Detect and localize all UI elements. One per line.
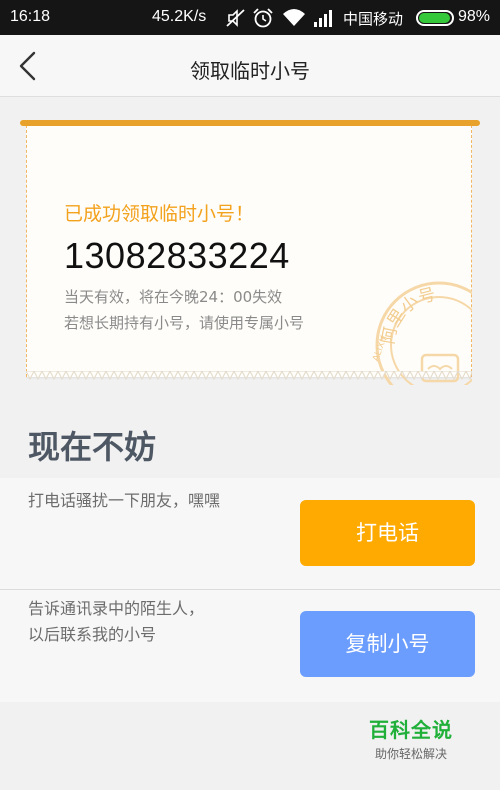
carrier-name: 中国移动 bbox=[343, 10, 404, 28]
validity-note: 当天有效，将在今晚24：00失效 bbox=[64, 288, 283, 306]
copy-number-button[interactable]: 复制小号 bbox=[300, 611, 475, 677]
ticket-card: 已成功领取临时小号！ 13082833224 当天有效，将在今晚24：00失效 … bbox=[26, 125, 472, 385]
alarm-icon bbox=[253, 8, 273, 28]
copy-description: 告诉通讯录中的陌生人， 以后联系我的小号 bbox=[28, 596, 204, 648]
action-list: 打电话骚扰一下朋友，嘿嘿 打电话 告诉通讯录中的陌生人， 以后联系我的小号 复制… bbox=[0, 478, 500, 702]
temporary-phone-number: 13082833224 bbox=[64, 235, 290, 276]
call-button[interactable]: 打电话 bbox=[300, 500, 475, 566]
wifi-icon bbox=[283, 9, 305, 26]
page-title: 领取临时小号 bbox=[190, 59, 310, 83]
ticket-top-bar bbox=[20, 120, 480, 126]
battery-level bbox=[419, 13, 451, 23]
call-description-line: 打电话骚扰一下朋友，嘿嘿 bbox=[28, 491, 221, 510]
baike-watermark: 百科全说 助你轻松解决 bbox=[356, 714, 466, 762]
status-icons bbox=[225, 6, 335, 30]
long-term-note: 若想长期持有小号，请使用专属小号 bbox=[64, 314, 305, 332]
stamp-text: 阿里小号 bbox=[378, 285, 437, 346]
nav-bar: 领取临时小号 bbox=[0, 35, 500, 97]
stamp-text-small: ALIXH bbox=[371, 334, 390, 363]
ticket-zigzag-edge bbox=[26, 371, 472, 381]
network-speed: 45.2K/s bbox=[152, 8, 207, 25]
mute-icon bbox=[226, 9, 245, 27]
success-message: 已成功领取临时小号！ bbox=[64, 203, 255, 225]
watermark-slogan: 助你轻松解决 bbox=[374, 747, 447, 761]
battery-percent: 98% bbox=[458, 8, 491, 25]
watermark-brand: 百科全说 bbox=[369, 718, 453, 742]
ali-xiaohao-stamp: 阿里小号 ALIXH bbox=[354, 265, 472, 385]
row-divider bbox=[0, 589, 500, 590]
call-description: 打电话骚扰一下朋友，嘿嘿 bbox=[28, 488, 220, 514]
signal-icon bbox=[314, 10, 332, 27]
copy-description-line-2: 以后联系我的小号 bbox=[28, 625, 157, 644]
status-time: 16:18 bbox=[10, 8, 51, 25]
battery-icon bbox=[416, 10, 454, 26]
section-title: 现在不妨 bbox=[28, 428, 157, 466]
ticket-border-left bbox=[26, 125, 27, 377]
copy-description-line-1: 告诉通讯录中的陌生人， bbox=[28, 599, 205, 618]
status-bar: 16:18 45.2K/s 中国移动 98% bbox=[0, 0, 500, 35]
